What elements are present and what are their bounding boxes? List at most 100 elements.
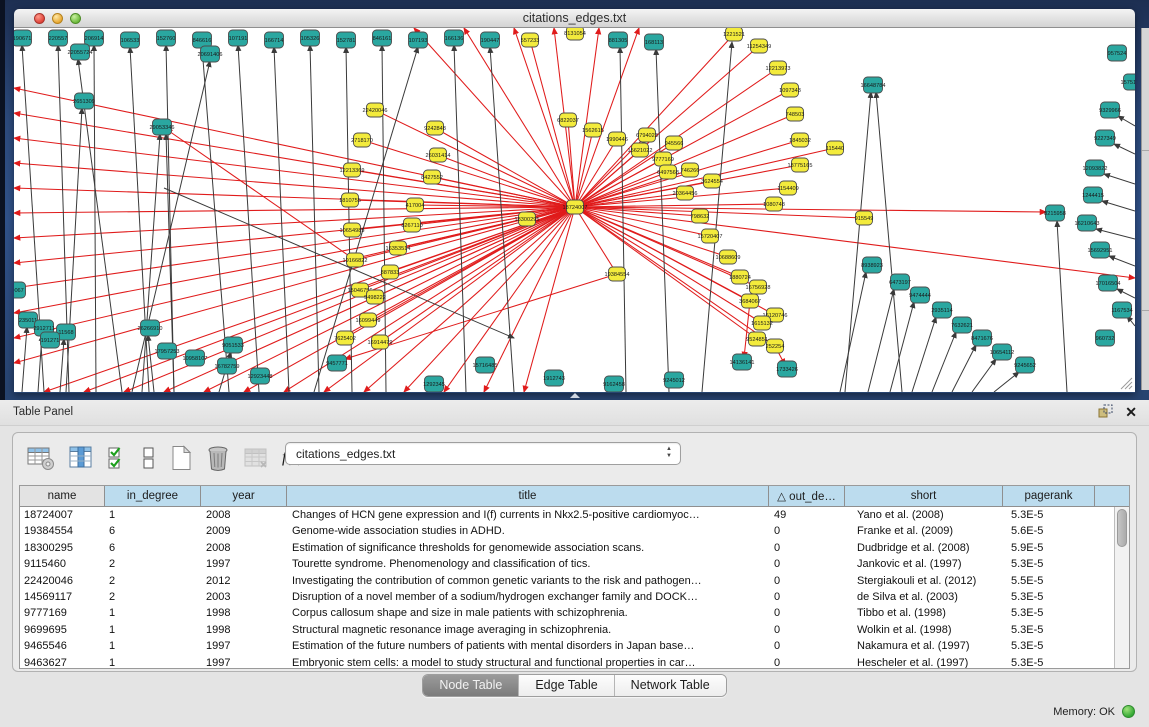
graph-node[interactable]: 17957253 — [155, 343, 180, 359]
graph-node[interactable]: 881305 — [609, 32, 628, 48]
graph-node[interactable]: 12093822 — [1083, 160, 1108, 176]
table-row[interactable]: 2242004622012Investigating the contribut… — [20, 573, 1129, 589]
graph-edge[interactable] — [364, 207, 575, 392]
table-cell[interactable]: 0 — [769, 573, 845, 589]
table-cell[interactable]: Tibbo et al. (1998) — [845, 605, 1003, 621]
table-cell[interactable]: Jankovic et al. (1997) — [845, 556, 1003, 572]
graph-node[interactable]: 9242848 — [424, 121, 446, 135]
graph-node[interactable]: 16648784 — [861, 77, 886, 93]
graph-node[interactable]: 7625402 — [334, 331, 356, 345]
column-header-out_de[interactable]: △ out_de… — [769, 486, 845, 506]
show-columns-icon[interactable] — [68, 445, 94, 471]
graph-node[interactable]: 166714 — [265, 32, 284, 48]
table-cell[interactable]: 1997 — [201, 556, 287, 572]
graph-node[interactable]: 12213973 — [766, 61, 791, 75]
graph-node[interactable]: 1292345 — [423, 376, 445, 392]
table-cell[interactable]: 2 — [105, 589, 201, 605]
graph-node[interactable]: 9457771 — [326, 355, 348, 371]
graph-node[interactable]: 19384554 — [605, 267, 630, 281]
graph-edge[interactable] — [575, 46, 759, 207]
graph-edge[interactable] — [575, 207, 762, 323]
table-cell[interactable]: 0 — [769, 540, 845, 556]
select-all-icon[interactable] — [107, 445, 129, 471]
graph-edge[interactable] — [1096, 229, 1135, 239]
table-cell[interactable]: Genome-wide association studies in ADHD. — [287, 523, 769, 539]
table-cell[interactable]: 0 — [769, 556, 845, 572]
graph-node[interactable]: 22420046 — [363, 103, 388, 117]
graph-node[interactable]: 9474444 — [909, 287, 931, 303]
graph-node[interactable]: 206914 — [85, 30, 104, 46]
graph-edge[interactable] — [130, 47, 149, 392]
table-cell[interactable]: 1997 — [201, 655, 287, 669]
table-row[interactable]: 977716911998Corpus callosum shape and si… — [20, 605, 1129, 621]
graph-node[interactable]: 8267110 — [401, 218, 422, 232]
graph-edge[interactable] — [890, 302, 914, 392]
graph-node[interactable]: 8427552 — [421, 170, 443, 184]
graph-edge[interactable] — [14, 163, 575, 207]
graph-node[interactable]: 26031414 — [426, 148, 451, 162]
table-cell[interactable]: Yano et al. (2008) — [845, 507, 1003, 523]
table-cell[interactable]: 2008 — [201, 507, 287, 523]
table-cell[interactable]: Estimation of the future numbers of pati… — [287, 638, 769, 654]
graph-node[interactable]: 11254349 — [747, 39, 771, 53]
table-cell[interactable]: 0 — [769, 622, 845, 638]
table-cell[interactable]: 1998 — [201, 605, 287, 621]
graph-edge[interactable] — [362, 140, 575, 207]
graph-node[interactable]: 152781 — [337, 32, 356, 48]
graph-node[interactable]: 9245652 — [1014, 357, 1036, 373]
table-cell[interactable]: Dudbridge et al. (2008) — [845, 540, 1003, 556]
graph-edge[interactable] — [656, 49, 669, 392]
graph-node[interactable]: 15751074 — [1121, 74, 1135, 90]
table-cell[interactable]: 5.3E-5 — [1003, 655, 1095, 669]
graph-node[interactable]: 1733426 — [776, 361, 798, 377]
table-cell[interactable]: 2 — [105, 573, 201, 589]
graph-node[interactable]: 3624554 — [701, 174, 723, 188]
graph-node[interactable]: 115440 — [826, 141, 844, 155]
graph-edge[interactable] — [575, 207, 617, 274]
graph-node[interactable]: 1880724 — [729, 270, 751, 284]
graph-node[interactable]: 17016504 — [1096, 275, 1121, 291]
table-cell[interactable]: 1 — [105, 655, 201, 669]
table-settings-icon[interactable] — [27, 445, 55, 471]
graph-node[interactable]: 960732 — [1096, 330, 1115, 346]
table-row[interactable]: 1938455462009Genome-wide association stu… — [20, 523, 1129, 539]
column-header-title[interactable]: title — [287, 486, 769, 506]
graph-edge[interactable] — [1118, 116, 1135, 126]
graph-node[interactable]: 1990446 — [606, 132, 628, 146]
graph-node[interactable]: 190671 — [14, 30, 32, 46]
graph-node[interactable]: 3684067 — [739, 294, 761, 308]
tab-edge-table[interactable]: Edge Table — [519, 675, 614, 696]
table-cell[interactable]: 5.3E-5 — [1003, 638, 1095, 654]
window-resize-grip-icon[interactable] — [1119, 376, 1133, 390]
table-cell[interactable]: 5.3E-5 — [1003, 622, 1095, 638]
table-cell[interactable]: 0 — [769, 523, 845, 539]
vertical-scrollbar[interactable] — [1114, 507, 1129, 668]
graph-node[interactable]: 19067 — [14, 282, 26, 298]
table-cell[interactable]: 49 — [769, 507, 845, 523]
table-cell[interactable]: 5.3E-5 — [1003, 605, 1095, 621]
graph-node[interactable]: 8215958 — [1044, 205, 1066, 221]
close-traffic-light-icon[interactable] — [34, 13, 45, 24]
table-cell[interactable]: 5.6E-5 — [1003, 523, 1095, 539]
graph-edge[interactable] — [444, 207, 575, 392]
graph-node[interactable]: 1810755 — [339, 193, 361, 207]
graph-edge[interactable] — [876, 92, 902, 392]
graph-node[interactable]: 12213369 — [340, 163, 365, 177]
graph-node[interactable]: 106533 — [121, 32, 140, 48]
graph-node[interactable]: 1244415 — [1082, 187, 1104, 203]
graph-node[interactable]: 557233 — [521, 33, 540, 47]
graph-node[interactable]: 6822037 — [557, 113, 579, 127]
graph-edge[interactable] — [132, 61, 210, 392]
graph-node[interactable]: 12923448 — [248, 368, 273, 384]
graph-node[interactable]: 18775165 — [788, 158, 813, 172]
graph-edge[interactable] — [1102, 201, 1135, 211]
graph-node[interactable]: 14136141 — [730, 354, 755, 370]
graph-edge[interactable] — [1117, 289, 1135, 298]
graph-node[interactable]: 10958107 — [183, 350, 208, 366]
table-cell[interactable]: 2009 — [201, 523, 287, 539]
graph-node[interactable]: 846161 — [373, 30, 392, 46]
table-cell[interactable]: Nakamura et al. (1997) — [845, 638, 1003, 654]
table-cell[interactable]: 5.5E-5 — [1003, 573, 1095, 589]
graph-node[interactable]: 10654112 — [990, 344, 1014, 360]
table-cell[interactable]: Disruption of a novel member of a sodium… — [287, 589, 769, 605]
